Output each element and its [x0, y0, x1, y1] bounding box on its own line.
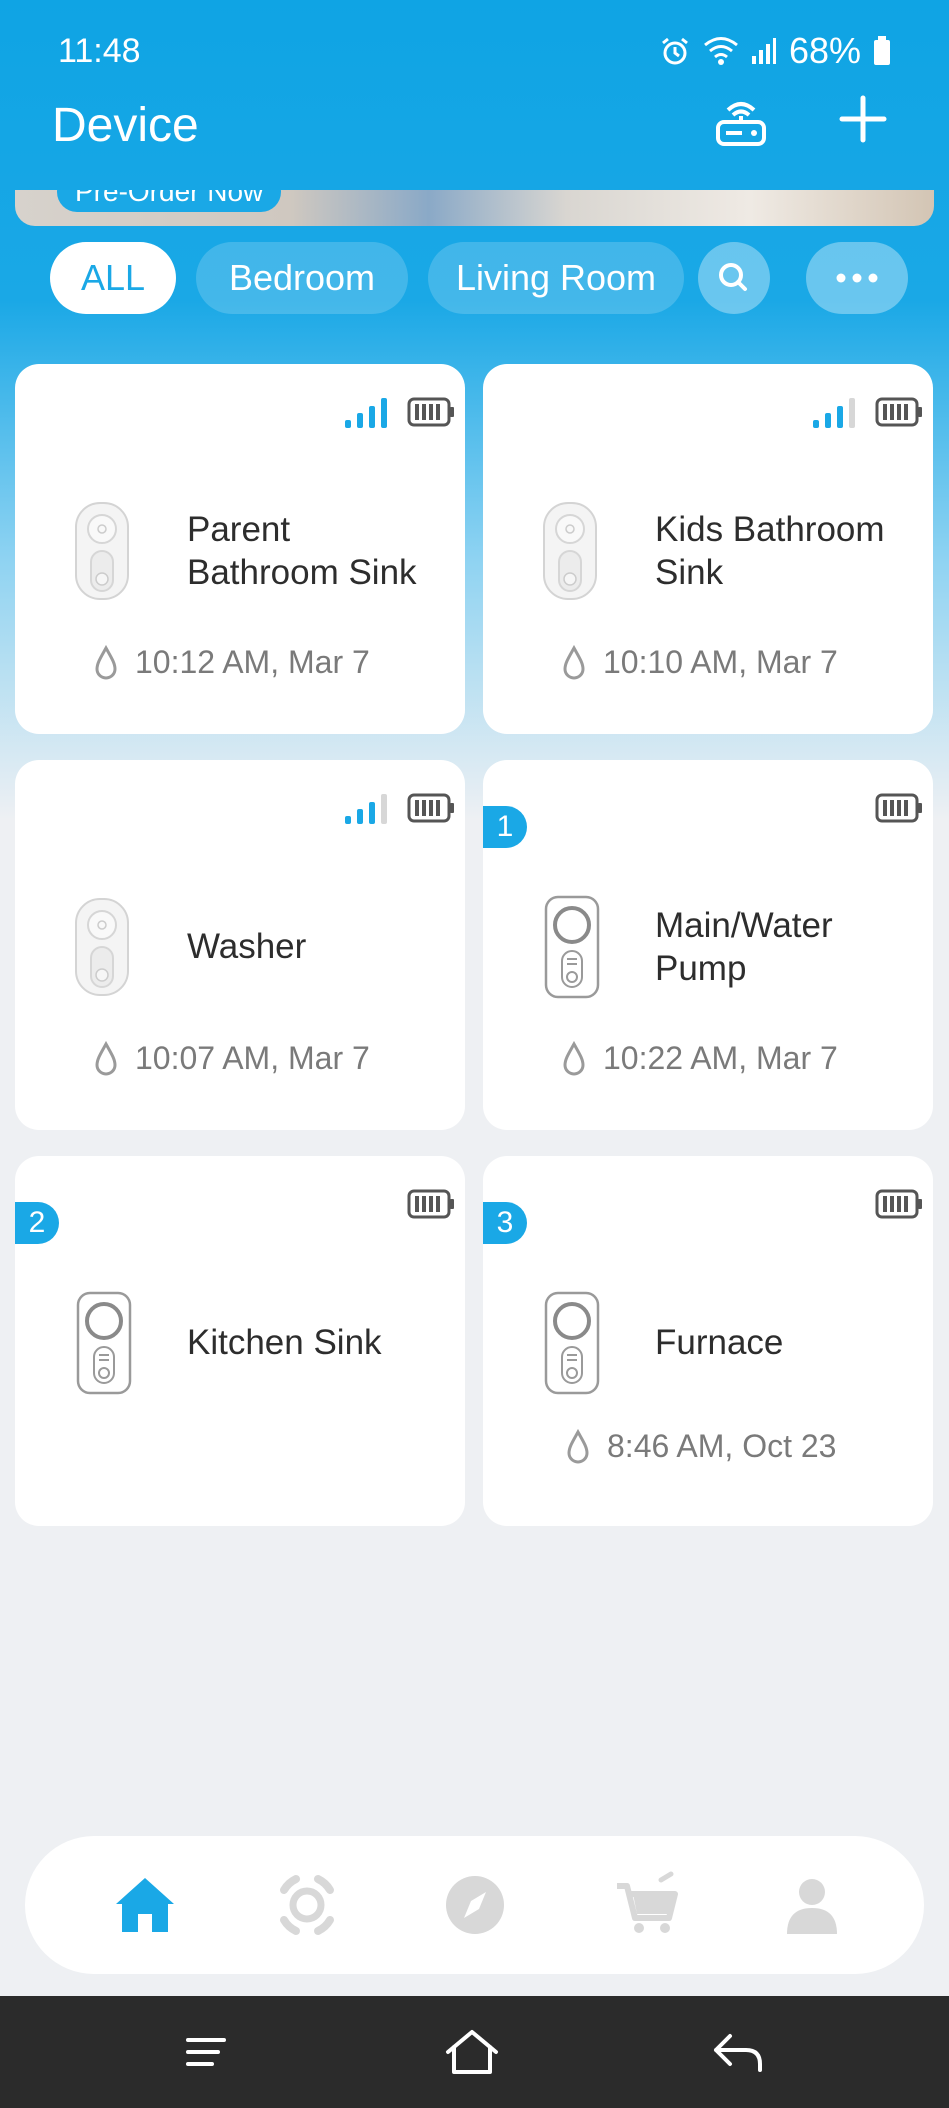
last-leak-time: 10:10 AM, Mar 7 [561, 644, 838, 681]
device-number-badge: 2 [15, 1202, 59, 1244]
device-card-kids-bathroom-sink[interactable]: Kids Bathroom Sink 10:10 AM, Mar 7 [483, 364, 933, 734]
more-options-button[interactable] [806, 242, 908, 314]
page-title: Device [52, 99, 199, 152]
gateway-icon[interactable] [712, 92, 770, 150]
water-drop-icon [563, 644, 585, 679]
status-time: 11:48 [58, 32, 141, 70]
battery-full-icon [875, 1189, 922, 1219]
leak-sensor-icon [544, 895, 600, 999]
leak-sensor-icon [544, 1291, 600, 1395]
battery-full-icon [875, 397, 922, 427]
device-card-main-water-pump[interactable]: 1 Main/Water Pump 10:22 AM, Mar 7 [483, 760, 933, 1130]
device-name: Washer [187, 927, 307, 966]
leak-sensor-offline-icon [75, 898, 129, 996]
last-leak-time: 10:07 AM, Mar 7 [93, 1040, 370, 1077]
device-card-furnace[interactable]: 3 Furnace 8:46 AM, Oct 23 [483, 1156, 933, 1526]
search-button[interactable] [698, 242, 770, 314]
alarm-icon [662, 37, 688, 65]
cell-signal-icon [751, 38, 776, 64]
signal-strength-icon [345, 398, 387, 428]
device-card-kitchen-sink[interactable]: 2 Kitchen Sink [15, 1156, 465, 1526]
device-name: Furnace [655, 1323, 784, 1362]
scene-icon[interactable] [272, 1870, 342, 1940]
status-icons: 68% [659, 30, 891, 72]
device-number-badge: 3 [483, 1202, 527, 1244]
water-drop-icon [95, 644, 117, 679]
timestamp: 10:10 AM, Mar 7 [603, 644, 838, 680]
timestamp: 10:12 AM, Mar 7 [135, 644, 370, 680]
water-drop-icon [567, 1428, 589, 1463]
battery-full-icon [407, 397, 454, 427]
battery-full-icon [875, 793, 922, 823]
battery-percent: 68% [788, 30, 861, 71]
filter-chip-bedroom[interactable]: Bedroom [196, 242, 408, 314]
battery-full-icon [407, 793, 454, 823]
add-device-icon[interactable] [838, 94, 888, 144]
shop-icon[interactable] [613, 1870, 683, 1940]
room-filter-bar: ALL Bedroom Living Room [0, 242, 949, 314]
last-leak-time: 8:46 AM, Oct 23 [565, 1428, 836, 1465]
leak-sensor-icon [76, 1291, 132, 1395]
last-leak-time: 10:22 AM, Mar 7 [561, 1040, 838, 1077]
water-drop-icon [563, 1040, 585, 1075]
last-leak-time: 10:12 AM, Mar 7 [93, 644, 370, 681]
device-name: Kids Bathroom Sink [655, 510, 885, 592]
discover-icon[interactable] [440, 1870, 510, 1940]
signal-strength-icon [813, 398, 855, 428]
back-icon[interactable] [710, 2026, 766, 2078]
search-icon [719, 263, 747, 291]
water-drop-icon [95, 1040, 117, 1075]
more-dots-icon [836, 273, 878, 283]
device-card-parent-bathroom-sink[interactable]: Parent Bathroom Sink 10:12 AM, Mar 7 [15, 364, 465, 734]
filter-chip-all[interactable]: ALL [50, 242, 176, 314]
device-name: Parent Bathroom Sink [187, 510, 417, 592]
leak-sensor-offline-icon [543, 502, 597, 600]
device-card-washer[interactable]: Washer 10:07 AM, Mar 7 [15, 760, 465, 1130]
filter-chip-living-room[interactable]: Living Room [428, 242, 684, 314]
timestamp: 10:07 AM, Mar 7 [135, 1040, 370, 1076]
promo-banner[interactable]: Pre-Order Now [15, 190, 934, 226]
battery-status-icon [874, 36, 890, 65]
recent-apps-icon[interactable] [178, 2026, 234, 2078]
system-navigation-bar [0, 1996, 949, 2108]
profile-icon[interactable] [777, 1870, 847, 1940]
signal-strength-icon [345, 794, 387, 824]
pre-order-label: Pre-Order Now [57, 190, 282, 212]
home-icon[interactable] [110, 1870, 180, 1940]
device-name: Main/Water Pump [655, 906, 833, 988]
timestamp: 8:46 AM, Oct 23 [607, 1428, 837, 1464]
bottom-navigation [25, 1836, 924, 1974]
home-button-icon[interactable] [444, 2026, 500, 2078]
timestamp: 10:22 AM, Mar 7 [603, 1040, 838, 1076]
device-number-badge: 1 [483, 806, 527, 848]
app-header: Device [0, 90, 949, 160]
status-bar: 11:48 68% [0, 0, 949, 104]
wifi-icon [703, 37, 738, 65]
leak-sensor-offline-icon [75, 502, 129, 600]
battery-full-icon [407, 1189, 454, 1219]
device-name: Kitchen Sink [187, 1323, 382, 1362]
